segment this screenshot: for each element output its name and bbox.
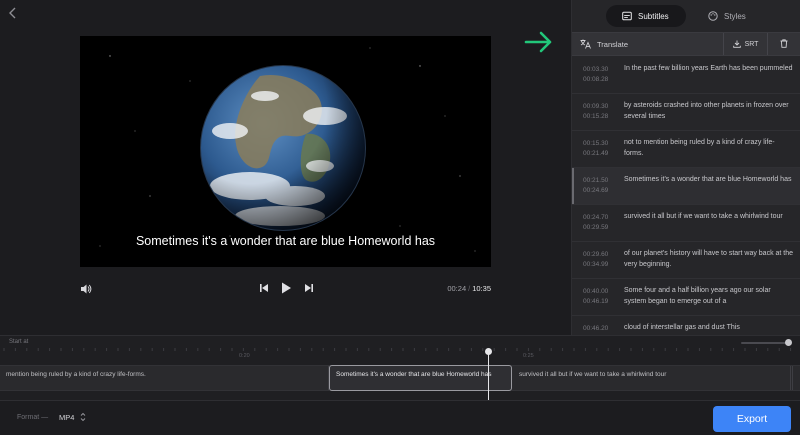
start-time: 00:15.30 — [583, 140, 609, 147]
next-icon[interactable] — [303, 281, 317, 297]
timeline-clip[interactable]: survived it all but if we want to take a… — [513, 366, 791, 390]
subtitle-text[interactable]: survived it all but if we want to take a… — [624, 212, 794, 223]
trash-icon — [780, 35, 788, 53]
start-time: 00:29.60 — [583, 251, 609, 258]
subtitle-text[interactable]: of our planet's history will have to sta… — [624, 249, 794, 270]
zoom-slider-handle[interactable] — [785, 339, 792, 346]
earth-image — [80, 36, 491, 267]
subtitle-text[interactable]: by asteroids crashed into other planets … — [624, 101, 794, 122]
end-time: 00:24.69 — [583, 187, 609, 194]
subtitle-text[interactable]: Some four and a half billion years ago o… — [624, 286, 794, 307]
time-display: 00:24/10:35 — [447, 284, 491, 293]
video-caption: Sometimes it's a wonder that are blue Ho… — [135, 234, 436, 248]
end-time: 00:08.28 — [583, 76, 609, 83]
tab-styles-label: Styles — [724, 11, 746, 21]
updown-caret-icon[interactable] — [80, 412, 86, 424]
start-time: 00:24.70 — [583, 214, 609, 221]
subtitle-row-active[interactable]: 00:21.50 00:24.69 Sometimes it's a wonder… — [572, 168, 800, 205]
back-icon[interactable] — [8, 6, 22, 22]
play-icon[interactable] — [279, 281, 293, 297]
start-time: 00:03.30 — [583, 66, 609, 73]
zoom-slider-track[interactable] — [741, 342, 789, 344]
subtitle-row[interactable]: 00:40.00 00:46.19 Some four and a half bi… — [572, 279, 800, 316]
subtitle-row[interactable]: 00:24.70 00:29.59 survived it all but if … — [572, 205, 800, 242]
tick-label: 0:25 — [523, 353, 534, 359]
end-time: 00:21.49 — [583, 150, 609, 157]
subtitle-row[interactable]: 00:03.30 00:08.28 In the past few billion… — [572, 57, 800, 94]
timeline-clip[interactable]: mention being ruled by a kind of crazy l… — [0, 366, 329, 390]
tab-subtitles-label: Subtitles — [638, 11, 669, 21]
timeline-clip-selected[interactable]: Sometimes it's a wonder that are blue Ho… — [329, 365, 512, 391]
subtitle-times: 00:03.30 00:08.28 — [583, 65, 617, 85]
subtitle-times: 00:21.50 00:24.69 — [583, 176, 617, 196]
end-time: 00:15.28 — [583, 113, 609, 120]
video-preview[interactable]: Sometimes it's a wonder that are blue Ho… — [80, 36, 491, 267]
subtitle-row[interactable]: 00:15.30 00:21.49 not to mention being ru… — [572, 131, 800, 168]
footer-bar: Format — MP4 Export — [0, 400, 800, 435]
preview-area: Sometimes it's a wonder that are blue Ho… — [0, 0, 571, 335]
export-button[interactable]: Export — [713, 406, 791, 432]
format-select[interactable]: MP4 — [59, 413, 74, 422]
download-srt-button[interactable]: SRT — [723, 33, 767, 55]
subtitle-times: 00:40.00 00:46.19 — [583, 287, 617, 307]
start-time: 00:46.20 — [583, 325, 609, 332]
end-time: 00:34.99 — [583, 261, 609, 268]
player-controls: 00:24/10:35 — [80, 280, 491, 298]
timeline-ruler[interactable]: 0:20 0:25 — [0, 348, 800, 362]
subtitle-times: 00:29.60 00:34.99 — [583, 250, 617, 270]
subtitle-times: 00:15.30 00:21.49 — [583, 139, 617, 159]
subtitle-text[interactable]: In the past few billion years Earth has … — [624, 64, 794, 75]
start-time: 00:21.50 — [583, 177, 609, 184]
start-at-label: Start at — [9, 339, 29, 345]
subtitles-icon — [622, 11, 632, 21]
subtitle-list: 00:03.30 00:08.28 In the past few billion… — [572, 57, 800, 335]
format-label: Format — — [17, 414, 49, 421]
subtitle-times: 00:09.30 00:15.28 — [583, 102, 617, 122]
start-time: 00:09.30 — [583, 103, 609, 110]
palette-icon — [708, 11, 718, 21]
tick-label: 0:20 — [239, 353, 250, 359]
start-time: 00:40.00 — [583, 288, 609, 295]
tab-subtitles[interactable]: Subtitles — [606, 5, 686, 27]
previous-icon[interactable] — [258, 281, 272, 297]
delete-button[interactable] — [767, 33, 800, 55]
timeline: Start at 0:20 0:25 mention being ruled b… — [0, 335, 800, 435]
srt-label: SRT — [744, 40, 759, 48]
playback-buttons — [258, 281, 316, 297]
translate-button[interactable]: Translate — [580, 33, 628, 55]
panel-tabs: Subtitles Styles — [572, 0, 800, 32]
subtitle-toolbar: Translate SRT — [572, 32, 800, 56]
subtitle-row[interactable]: 00:09.30 00:15.28 by asteroids crashed in… — [572, 94, 800, 131]
arrow-right-icon — [524, 30, 554, 54]
translate-label: Translate — [597, 39, 628, 49]
subtitle-text[interactable]: not to mention being ruled by a kind of … — [624, 138, 794, 159]
subtitle-times: 00:46.20 — [583, 324, 617, 334]
tab-styles[interactable]: Styles — [700, 5, 760, 27]
subtitle-text[interactable]: Sometimes it's a wonder that are blue Ho… — [624, 175, 794, 186]
subtitle-track: mention being ruled by a kind of crazy l… — [0, 365, 800, 391]
subtitle-row[interactable]: 00:46.20 cloud of interstellar gas and d… — [572, 316, 800, 335]
subtitle-panel: Subtitles Styles Translate SRT 00:03.30 … — [571, 0, 800, 335]
translate-icon — [580, 39, 591, 49]
download-icon — [732, 40, 741, 48]
current-time: 00:24 — [447, 284, 467, 293]
video-editor: Sometimes it's a wonder that are blue Ho… — [0, 0, 800, 435]
end-time: 00:46.19 — [583, 298, 609, 305]
volume-icon[interactable] — [80, 282, 92, 296]
subtitle-text[interactable]: cloud of interstellar gas and dust This — [624, 323, 794, 334]
subtitle-row[interactable]: 00:29.60 00:34.99 of our planet's history… — [572, 242, 800, 279]
subtitle-times: 00:24.70 00:29.59 — [583, 213, 617, 233]
duration: 10:35 — [472, 284, 491, 293]
timeline-clip[interactable] — [792, 366, 800, 390]
end-time: 00:29.59 — [583, 224, 609, 231]
ruler-ticks — [3, 348, 792, 351]
